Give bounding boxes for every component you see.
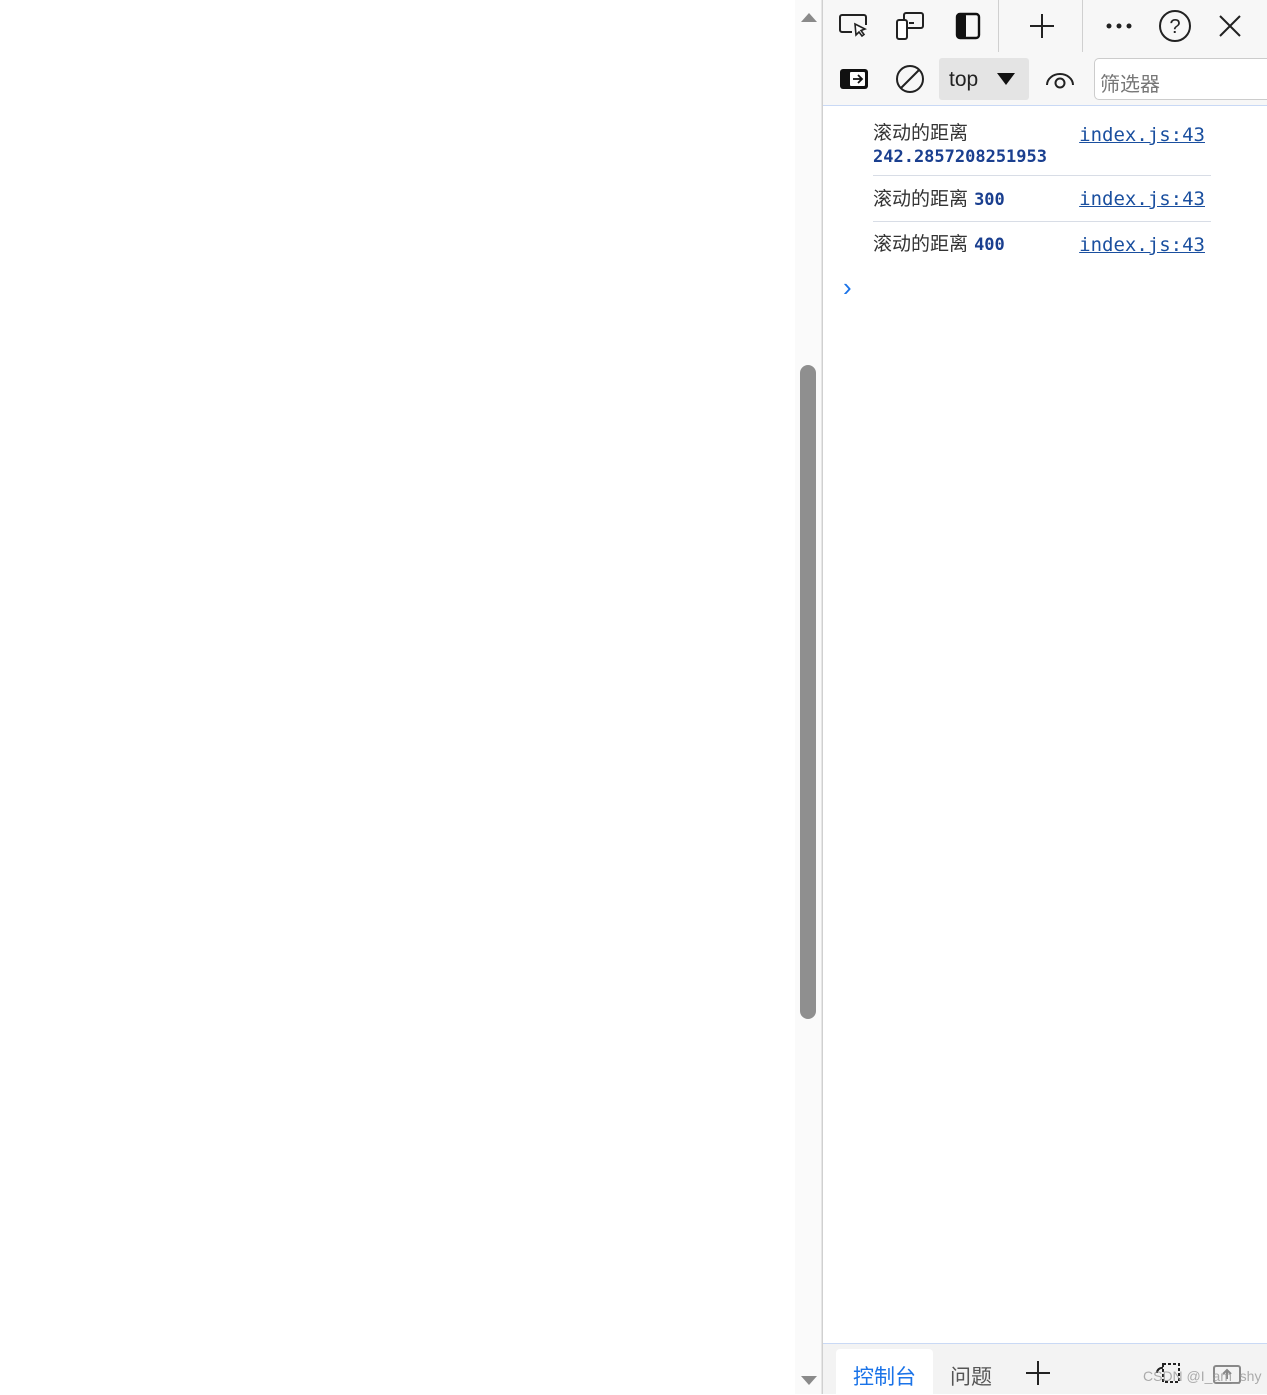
- drawer-tabbar: 控制台 问题 CSDN @I_am_shy: [823, 1343, 1267, 1395]
- filter-placeholder: 筛选器: [1100, 72, 1160, 96]
- svg-text:?: ?: [1169, 16, 1180, 38]
- watermark: CSDN @I_am_shy: [1143, 1368, 1262, 1384]
- console-toolbar: top 筛选器: [823, 52, 1267, 106]
- page-content: [0, 0, 795, 1394]
- scrollbar-thumb[interactable]: [800, 365, 816, 1019]
- scroll-up-arrow-icon[interactable]: [801, 13, 817, 22]
- more-icon[interactable]: [1102, 10, 1136, 42]
- console-messages: 滚动的距离 242.2857208251953 index.js:43 滚动的距…: [873, 112, 1211, 268]
- console-prompt-chevron-icon[interactable]: ›: [843, 272, 852, 303]
- message-value: 400: [974, 235, 1005, 255]
- device-emulation-icon[interactable]: [893, 10, 927, 42]
- message-text: 滚动的距离: [873, 122, 969, 144]
- scroll-down-arrow-icon[interactable]: [801, 1376, 817, 1385]
- message-text: 滚动的距离: [873, 188, 969, 210]
- message-value: 242.2857208251953: [873, 147, 1047, 167]
- page-scrollbar[interactable]: [795, 0, 822, 1394]
- context-selector-value: top: [949, 68, 979, 91]
- message-text: 滚动的距离: [873, 233, 969, 255]
- devtools-panel: ? top 筛选器 滚动的距离 242.2857208251953 index.…: [822, 0, 1267, 1395]
- sidebar-toggle-icon[interactable]: [837, 64, 871, 94]
- dock-side-icon[interactable]: [951, 10, 985, 42]
- add-tab-icon[interactable]: [1023, 1358, 1053, 1388]
- console-message: 滚动的距离 400 index.js:43: [873, 222, 1211, 268]
- dropdown-arrow-icon: [997, 73, 1015, 85]
- help-icon[interactable]: ?: [1157, 8, 1193, 44]
- context-selector[interactable]: top: [939, 58, 1029, 100]
- add-tool-icon[interactable]: [1025, 10, 1059, 42]
- tab-console[interactable]: 控制台: [836, 1349, 933, 1395]
- devtools-toolbar: ?: [823, 0, 1267, 52]
- source-link[interactable]: index.js:43: [1079, 188, 1205, 210]
- source-link[interactable]: index.js:43: [1079, 124, 1205, 146]
- console-message: 滚动的距离 242.2857208251953 index.js:43: [873, 112, 1211, 176]
- filter-input[interactable]: 筛选器: [1094, 58, 1267, 100]
- message-value: 300: [974, 190, 1005, 210]
- clear-console-icon[interactable]: [893, 62, 927, 96]
- close-icon[interactable]: [1213, 10, 1247, 42]
- tab-issues[interactable]: 问题: [938, 1349, 1004, 1395]
- console-message: 滚动的距离 300 index.js:43: [873, 176, 1211, 222]
- inspect-element-icon[interactable]: [837, 10, 871, 42]
- source-link[interactable]: index.js:43: [1079, 234, 1205, 256]
- live-expression-eye-icon[interactable]: [1043, 64, 1077, 94]
